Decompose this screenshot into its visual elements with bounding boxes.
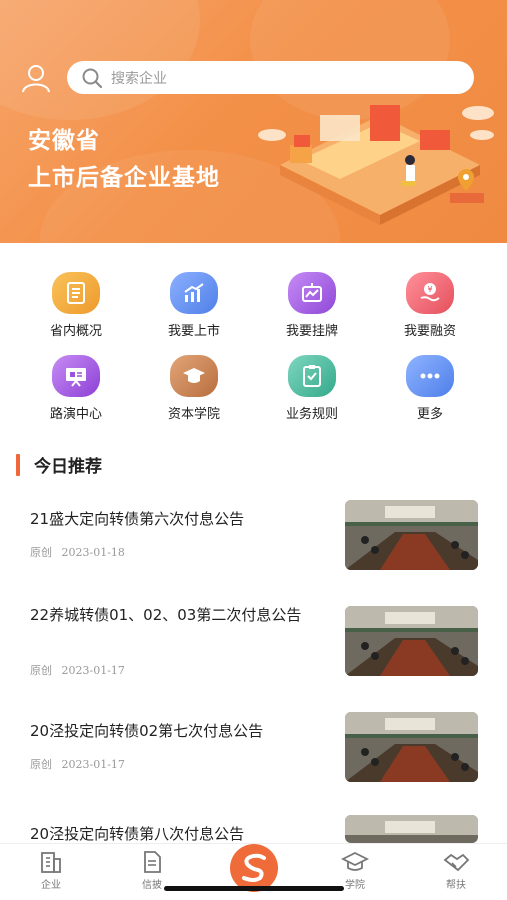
svg-text:¥: ¥ xyxy=(427,285,432,294)
tab-enterprise[interactable]: 企业 xyxy=(21,850,81,891)
article-title: 20泾投定向转债第八次付息公告 xyxy=(30,825,245,843)
article-date: 2023-01-17 xyxy=(61,758,125,771)
article-title: 22养城转债01、02、03第二次付息公告 xyxy=(30,606,302,624)
article-tag: 原创 xyxy=(30,664,52,677)
more-dots-icon xyxy=(406,355,454,397)
bottom-tab-bar: 企业 信披 学院 帮扶 xyxy=(0,843,507,900)
graduation-cap-icon xyxy=(170,355,218,397)
section-header: 今日推荐 xyxy=(16,452,102,477)
tab-academy[interactable]: 学院 xyxy=(325,850,385,891)
grid-item-roadshow[interactable]: 路演中心 xyxy=(26,355,126,422)
article-thumbnail xyxy=(345,712,478,782)
checklist-icon xyxy=(288,355,336,397)
article-tag: 原创 xyxy=(30,546,52,559)
home-indicator xyxy=(164,886,344,891)
article-thumbnail xyxy=(345,606,478,676)
grid-item-financing[interactable]: ¥ 我要融资 xyxy=(380,272,480,339)
document-list-icon xyxy=(52,272,100,314)
article-date: 2023-01-17 xyxy=(61,664,125,677)
banner-title-line1: 安徽省 xyxy=(28,128,100,154)
tab-disclosure[interactable]: 信披 xyxy=(122,850,182,891)
logo-icon xyxy=(242,853,266,882)
article-thumbnail xyxy=(345,500,478,570)
article-title: 21盛大定向转债第六次付息公告 xyxy=(30,510,245,528)
article-tag: 原创 xyxy=(30,758,52,771)
hero-banner: 搜索企业 安徽省 上市后备企业基地 xyxy=(0,0,507,243)
grid-item-more[interactable]: 更多 xyxy=(380,355,480,422)
chart-trend-icon xyxy=(170,272,218,314)
tab-home-logo[interactable] xyxy=(230,844,278,892)
user-profile-icon[interactable] xyxy=(20,62,52,94)
grid-label: 资本学院 xyxy=(167,407,220,422)
article-meta: 原创 2023-01-17 xyxy=(30,756,131,772)
tab-label: 帮扶 xyxy=(446,880,466,891)
article-thumbnail xyxy=(345,815,478,843)
grid-label: 我要上市 xyxy=(167,324,220,339)
tab-support[interactable]: 帮扶 xyxy=(426,850,486,891)
article-title: 20泾投定向转债02第七次付息公告 xyxy=(30,722,264,740)
document-icon xyxy=(144,851,161,873)
banner-title-line2: 上市后备企业基地 xyxy=(28,165,220,191)
grid-label: 路演中心 xyxy=(49,407,102,422)
finance-hand-icon: ¥ xyxy=(406,272,454,314)
section-accent-bar xyxy=(16,453,20,476)
search-bar[interactable]: 搜索企业 xyxy=(67,61,474,94)
graduation-cap-icon xyxy=(341,851,369,871)
grid-item-overview[interactable]: 省内概况 xyxy=(26,272,126,339)
section-title: 今日推荐 xyxy=(34,457,102,477)
grid-label: 省内概况 xyxy=(49,324,102,339)
grid-label: 业务规则 xyxy=(285,407,338,422)
search-icon xyxy=(82,68,103,88)
grid-label: 我要挂牌 xyxy=(285,324,338,339)
grid-item-rules[interactable]: 业务规则 xyxy=(262,355,362,422)
grid-item-listing[interactable]: 我要上市 xyxy=(144,272,244,339)
building-icon xyxy=(41,852,61,873)
presentation-icon xyxy=(52,355,100,397)
grid-item-board[interactable]: 我要挂牌 xyxy=(262,272,362,339)
handshake-icon xyxy=(443,853,470,872)
board-chart-icon xyxy=(288,272,336,314)
article-date: 2023-01-18 xyxy=(61,546,125,559)
tab-label: 企业 xyxy=(41,880,61,891)
grid-label: 我要融资 xyxy=(403,324,456,339)
search-placeholder: 搜索企业 xyxy=(111,70,167,87)
article-meta: 原创 2023-01-18 xyxy=(30,544,131,560)
banner-illustration xyxy=(258,105,494,225)
grid-item-academy[interactable]: 资本学院 xyxy=(144,355,244,422)
article-meta: 原创 2023-01-17 xyxy=(30,662,131,678)
grid-label: 更多 xyxy=(416,407,443,422)
